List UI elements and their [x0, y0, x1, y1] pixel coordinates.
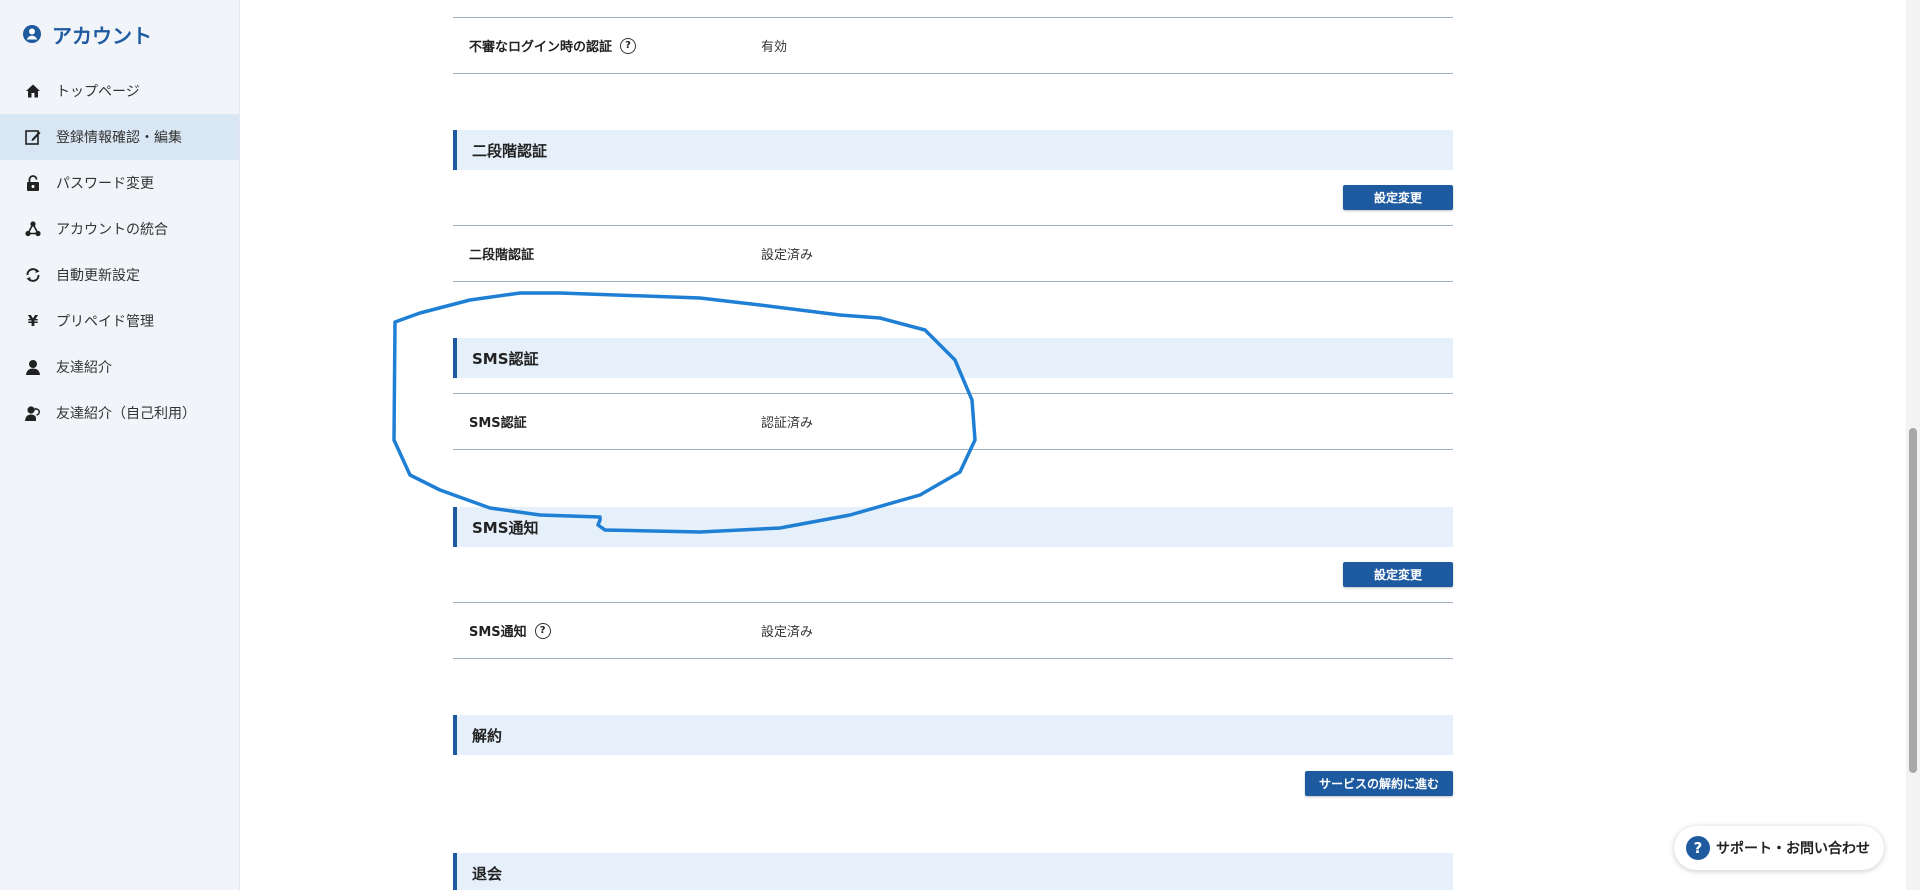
cancel-heading: 解約 [453, 715, 1453, 755]
help-icon[interactable]: ? [534, 622, 551, 639]
sms-auth-value: 認証済み [761, 416, 814, 431]
scrollbar-track[interactable] [1906, 0, 1920, 890]
suspicious-login-row: 不審なログイン時の認証 ? 有効 [453, 18, 1453, 74]
sms-notify-row: SMS通知 ? 設定済み [453, 603, 1453, 659]
user-return-icon [25, 406, 40, 421]
sidebar-item-auto-renew[interactable]: 自動更新設定 [0, 252, 239, 298]
cancel-button-row: サービスの解約に進む [453, 755, 1453, 811]
sidebar-item-label: トップページ [56, 84, 140, 100]
sidebar-item-label: パスワード変更 [56, 176, 154, 192]
sms-notify-button-row: 設定変更 [453, 547, 1453, 603]
main-content: 不審なログイン時の認証 ? 有効 二段階認証 設定変更 二段階認証 設定済み S… [453, 0, 1453, 890]
sidebar-title-label: アカウント [52, 23, 152, 48]
sidebar-item-label: 自動更新設定 [56, 268, 140, 284]
sidebar-item-referral-self[interactable]: 友達紹介（自己利用） [0, 390, 239, 436]
sidebar-title[interactable]: アカウント [0, 0, 239, 68]
sms-notify-change-button[interactable]: 設定変更 [1343, 562, 1453, 587]
cancel-service-button[interactable]: サービスの解約に進む [1304, 770, 1453, 796]
sms-notify-value: 設定済み [761, 625, 814, 640]
sms-notify-label: SMS通知 ? [469, 621, 761, 640]
suspicious-login-label-text: 不審なログイン時の認証 [469, 40, 613, 55]
two-factor-value: 設定済み [761, 248, 814, 263]
sms-notify-label-text: SMS通知 [469, 625, 527, 640]
support-label: サポート・お問い合わせ [1716, 841, 1870, 857]
divider [453, 0, 1453, 18]
two-factor-heading: 二段階認証 [453, 130, 1453, 170]
sms-notify-heading: SMS通知 [453, 507, 1453, 547]
scrollbar-thumb[interactable] [1909, 428, 1917, 773]
account-icon [23, 25, 41, 43]
sidebar-item-top[interactable]: トップページ [0, 68, 239, 114]
sidebar-item-label: 友達紹介 [56, 360, 112, 376]
two-factor-button-row: 設定変更 [453, 170, 1453, 226]
sidebar-item-password[interactable]: パスワード変更 [0, 160, 239, 206]
sms-auth-heading: SMS認証 [453, 338, 1453, 378]
sms-auth-label: SMS認証 [469, 416, 527, 431]
two-factor-label: 二段階認証 [469, 248, 535, 263]
sidebar-item-label: アカウントの統合 [56, 222, 168, 238]
suspicious-login-label: 不審なログイン時の認証 ? [469, 36, 761, 55]
edit-icon [25, 130, 41, 145]
refresh-icon [26, 268, 40, 282]
sidebar-item-label: プリペイド管理 [56, 314, 154, 330]
help-icon[interactable]: ? [620, 37, 637, 54]
divider [453, 378, 1453, 394]
withdraw-heading: 退会 [453, 853, 1453, 890]
sidebar-item-merge[interactable]: アカウントの統合 [0, 206, 239, 252]
yen-icon: ¥ [27, 312, 39, 330]
lock-icon [27, 175, 39, 191]
home-icon [26, 84, 40, 98]
sidebar-item-profile-edit[interactable]: 登録情報確認・編集 [0, 114, 239, 160]
two-factor-change-button[interactable]: 設定変更 [1343, 185, 1453, 210]
sidebar: アカウント トップページ 登録情報確認・編集 パスワード変更 アカウントの統合 [0, 0, 240, 890]
sidebar-item-prepaid[interactable]: ¥ プリペイド管理 [0, 298, 239, 344]
sidebar-item-label: 友達紹介（自己利用） [56, 406, 196, 422]
sidebar-item-referral[interactable]: 友達紹介 [0, 344, 239, 390]
two-factor-row: 二段階認証 設定済み [453, 226, 1453, 282]
user-icon [26, 360, 40, 375]
sms-auth-row: SMS認証 認証済み [453, 394, 1453, 450]
question-icon: ? [1686, 836, 1710, 860]
support-button[interactable]: ? サポート・お問い合わせ [1674, 826, 1884, 870]
sidebar-item-label: 登録情報確認・編集 [56, 130, 182, 146]
merge-icon [25, 221, 41, 237]
suspicious-login-value: 有効 [761, 40, 788, 55]
